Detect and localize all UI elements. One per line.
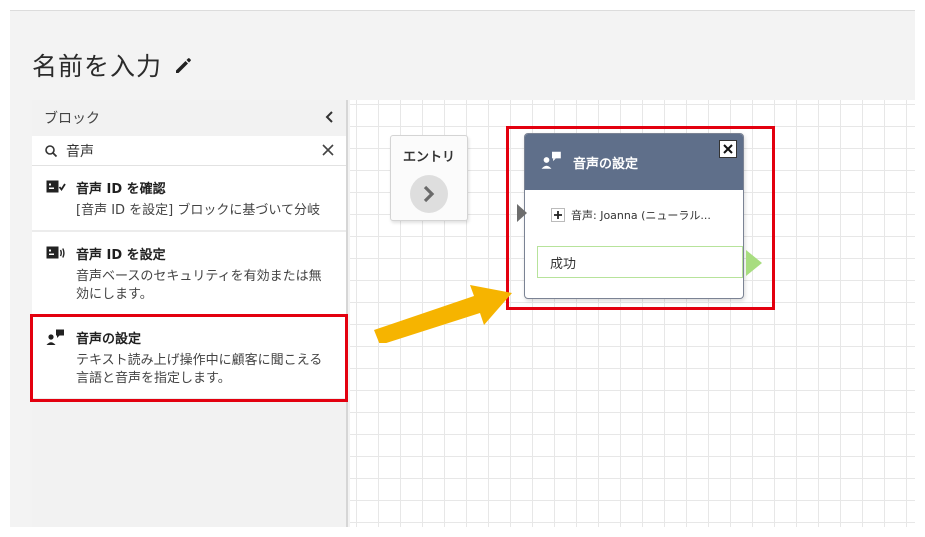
search-icon: [45, 144, 58, 157]
entry-label: エントリ: [402, 150, 455, 165]
block-description: [音声 ID を設定] ブロックに基づいて分岐: [76, 203, 320, 218]
node-header: 音声の設定: [525, 134, 743, 190]
search-input[interactable]: [66, 142, 314, 159]
title-row: 名前を入力: [32, 47, 194, 83]
success-label: 成功: [550, 256, 577, 272]
input-port[interactable]: [517, 204, 527, 222]
block-name: 音声 ID を確認: [76, 182, 166, 197]
blocks-sidebar: ブロック 音声 ID を確認 [音声 ID を設定] ブロックに基づいて分岐: [30, 100, 348, 527]
block-item-set-voice[interactable]: 音声の設定 テキスト読み上げ操作中に顧客に聞こえる言語と音声を指定します。: [30, 314, 348, 402]
block-name: 音声 ID を設定: [76, 248, 166, 263]
block-item-set-voice-id[interactable]: 音声 ID を設定 音声ベースのセキュリティを有効または無効にします。: [32, 232, 346, 316]
entry-node[interactable]: エントリ: [390, 135, 468, 221]
node-parameter: 音声: Joanna (ニューラル...: [551, 207, 711, 223]
chevron-left-icon: [325, 110, 333, 123]
close-node-button[interactable]: [719, 140, 737, 158]
success-output-port[interactable]: [746, 250, 762, 276]
set-voice-icon: [46, 328, 66, 388]
close-icon: [723, 144, 733, 154]
app-window: 名前を入力 ブロック 音声 ID を確認 [音声 ID を設定] ブロックに: [10, 10, 915, 527]
chevron-right-icon[interactable]: [410, 175, 448, 213]
page-title[interactable]: 名前を入力: [32, 47, 162, 83]
plus-icon[interactable]: [551, 208, 565, 222]
block-item-check-voice-id[interactable]: 音声 ID を確認 [音声 ID を設定] ブロックに基づいて分岐: [32, 166, 346, 232]
pencil-icon[interactable]: [172, 54, 194, 76]
voice-parameter-text: 音声: Joanna (ニューラル...: [571, 209, 711, 222]
block-description: テキスト読み上げ操作中に顧客に聞こえる言語と音声を指定します。: [76, 353, 323, 386]
node-title: 音声の設定: [573, 156, 639, 172]
set-voice-node[interactable]: 音声の設定 音声: Joanna (ニューラル... 成功: [517, 133, 762, 299]
clear-search-button[interactable]: [322, 142, 334, 160]
block-description: 音声ベースのセキュリティを有効または無効にします。: [76, 269, 322, 302]
close-icon: [322, 143, 334, 156]
voice-id-set-icon: [46, 244, 66, 304]
set-voice-icon: [541, 151, 563, 173]
flow-canvas[interactable]: エントリ 音声の設定 音声: Joanna (ニューラル... 成功: [350, 100, 915, 527]
collapse-sidebar-button[interactable]: [324, 108, 334, 129]
block-name: 音声の設定: [76, 332, 142, 347]
success-branch[interactable]: 成功: [537, 246, 762, 278]
sidebar-title: ブロック: [44, 111, 100, 127]
block-search: [32, 136, 346, 166]
voice-id-check-icon: [46, 178, 66, 220]
sidebar-header: ブロック: [32, 100, 346, 136]
